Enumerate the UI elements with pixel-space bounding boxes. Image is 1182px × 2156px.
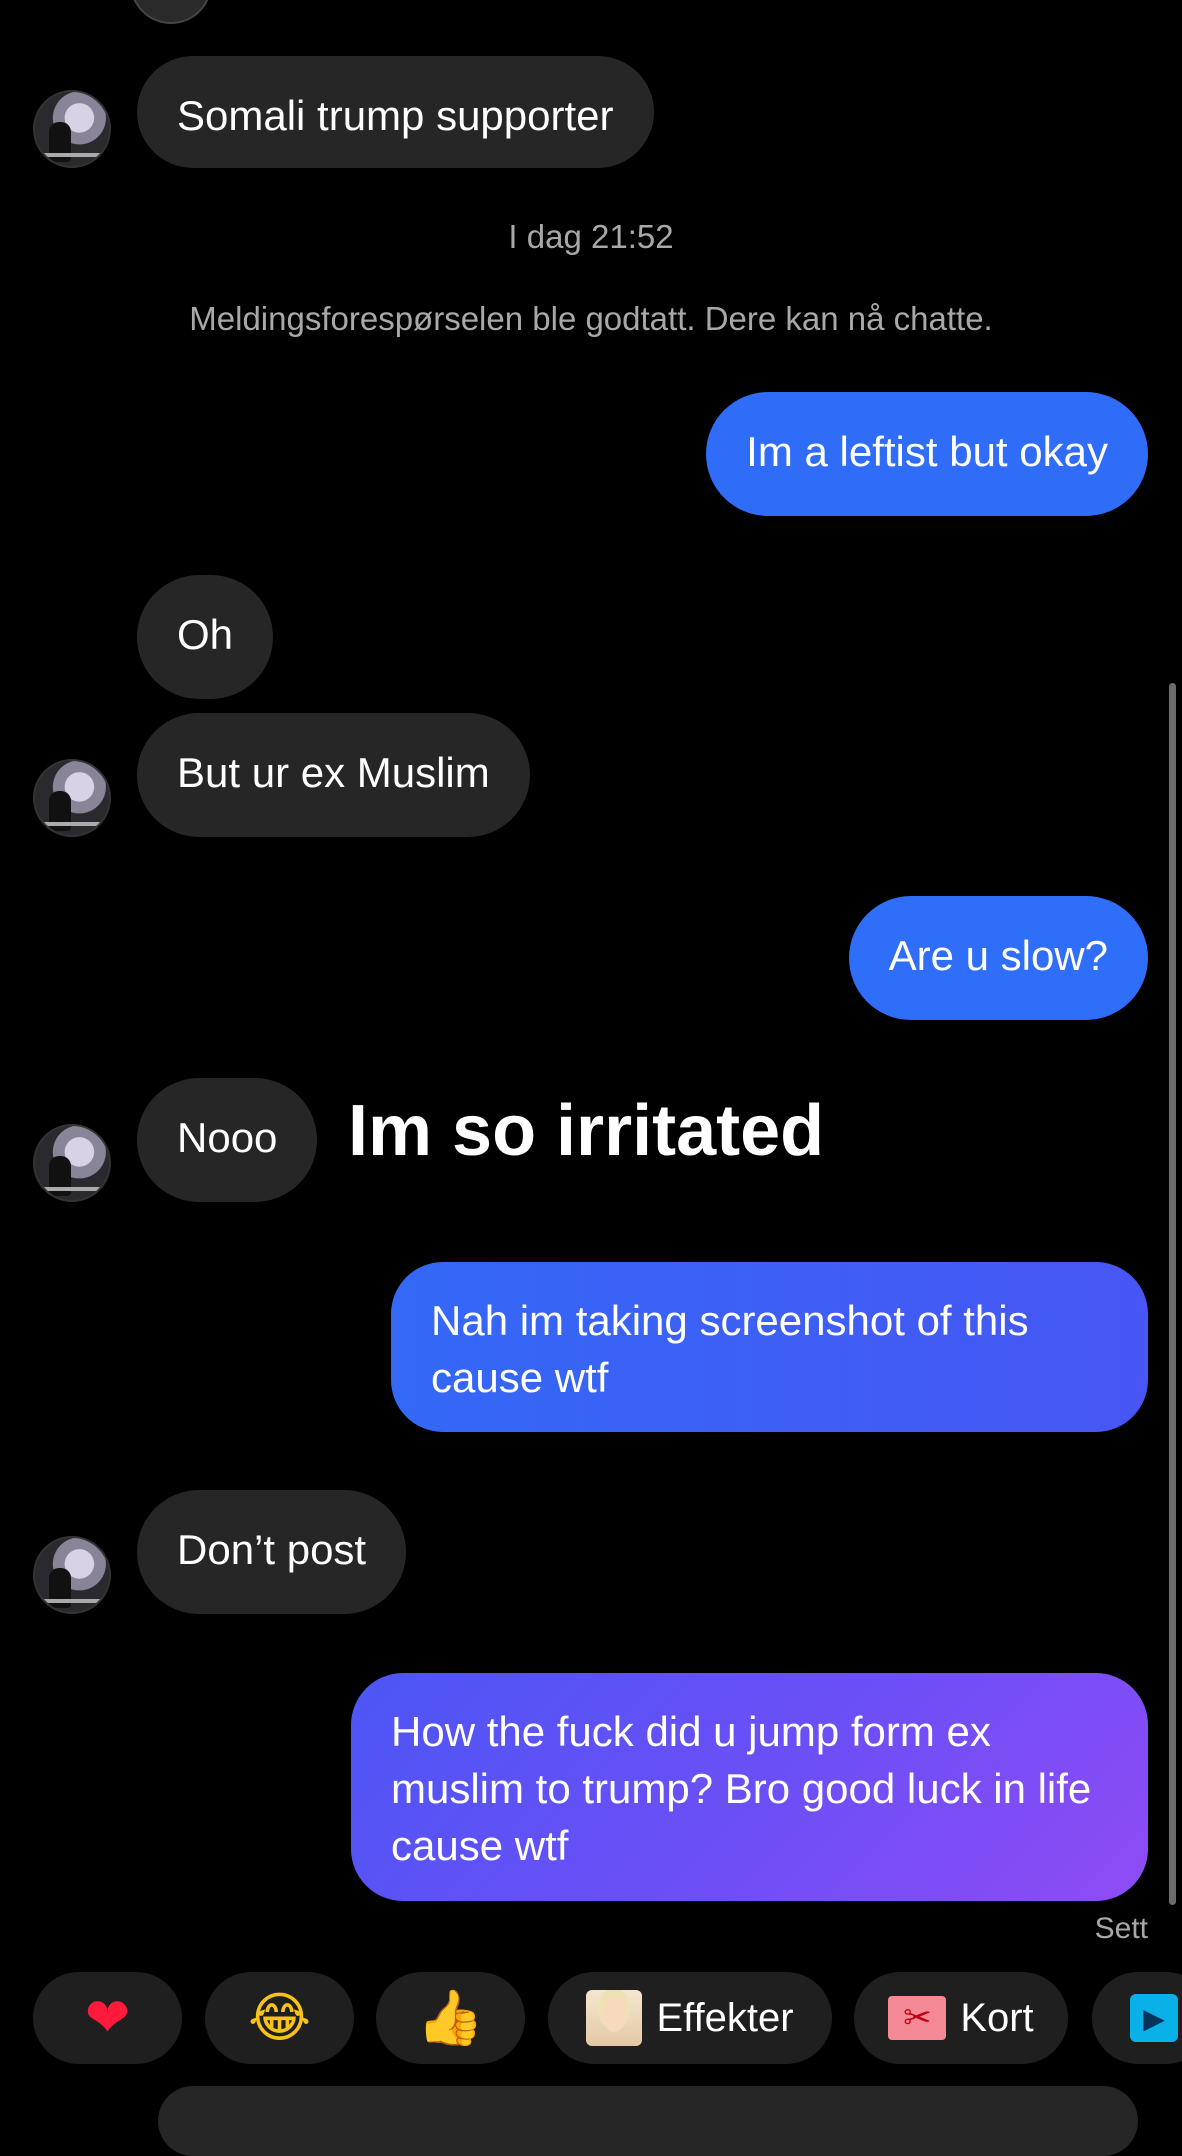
- message-composer[interactable]: [158, 2086, 1138, 2156]
- message-text: How the fuck did u jump form ex muslim t…: [391, 1708, 1092, 1869]
- outgoing-message[interactable]: Are u slow?: [848, 896, 1148, 1020]
- outgoing-message[interactable]: Nah im taking screenshot of this cause w…: [391, 1262, 1148, 1432]
- play-icon: ▶: [1130, 1994, 1178, 2042]
- quick-laugh-button[interactable]: 😂: [205, 1972, 354, 2064]
- message-text: Im a leftist but okay: [746, 428, 1108, 475]
- quick-heart-button[interactable]: ❤: [33, 1972, 182, 2064]
- message-text: Don’t post: [177, 1526, 367, 1573]
- message-text: But ur ex Muslim: [177, 749, 490, 796]
- effects-button[interactable]: Effekter: [548, 1972, 832, 2064]
- thumbs-up-icon: 👍: [416, 1986, 485, 2049]
- incoming-message[interactable]: Somali trump supporter: [137, 56, 654, 168]
- seen-status: Sett: [1094, 1912, 1148, 1945]
- avatar[interactable]: [33, 1124, 111, 1202]
- outgoing-message[interactable]: How the fuck did u jump form ex muslim t…: [351, 1673, 1148, 1901]
- cards-label: Kort: [960, 1995, 1034, 2040]
- message-text: Are u slow?: [888, 932, 1108, 979]
- scrollbar[interactable]: [1169, 683, 1176, 1905]
- incoming-message[interactable]: Nooo: [137, 1078, 318, 1202]
- incoming-message[interactable]: Oh: [137, 575, 274, 699]
- top-avatar: [130, 0, 212, 24]
- laughing-emoji-icon: 😂: [247, 1986, 312, 2049]
- avatar[interactable]: [33, 90, 111, 168]
- quick-thumbs-up-button[interactable]: 👍: [376, 1972, 525, 2064]
- effects-label: Effekter: [656, 1995, 794, 2040]
- story-text-overlay: Im so irritated: [348, 1091, 825, 1171]
- incoming-message[interactable]: Don’t post: [137, 1490, 407, 1614]
- timestamp: I dag 21:52: [508, 218, 674, 255]
- message-text: Nooo: [177, 1114, 278, 1161]
- message-text: Nah im taking screenshot of this cause w…: [431, 1297, 1029, 1401]
- gift-card-icon: ✂: [888, 1996, 947, 2040]
- heart-icon: ❤: [84, 1986, 131, 2049]
- cards-button[interactable]: ✂ Kort: [854, 1972, 1068, 2064]
- avatar[interactable]: [33, 1536, 111, 1614]
- request-accepted-notice: Meldingsforespørselen ble godtatt. Dere …: [189, 300, 993, 337]
- outgoing-message[interactable]: Im a leftist but okay: [706, 392, 1148, 516]
- avatar[interactable]: [33, 759, 111, 837]
- message-text: Oh: [177, 611, 234, 658]
- incoming-message[interactable]: But ur ex Muslim: [137, 713, 530, 837]
- message-text: Somali trump supporter: [177, 92, 614, 139]
- more-actions-button[interactable]: ▶: [1092, 1972, 1182, 2064]
- effects-thumbnail-icon: [586, 1990, 643, 2046]
